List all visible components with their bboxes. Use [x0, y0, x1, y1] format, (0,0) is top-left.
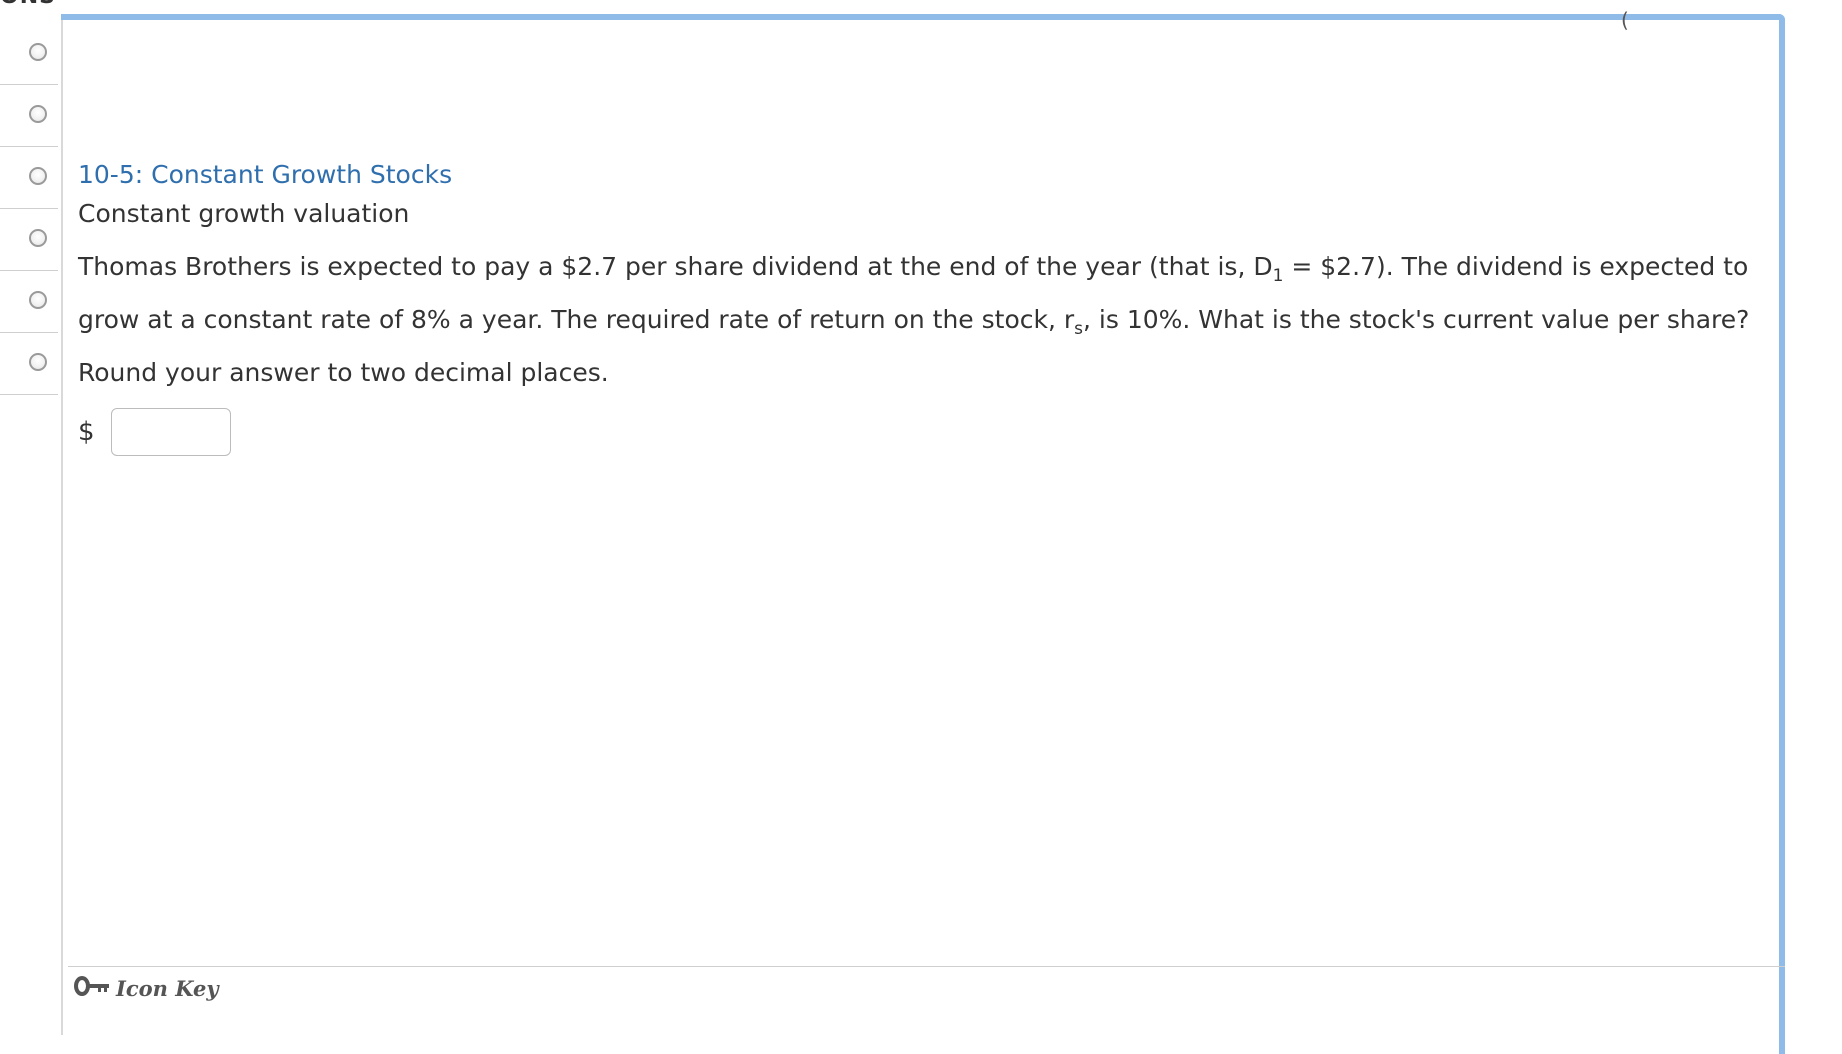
rail-header-text: ONS [0, 0, 56, 9]
question-content: 10-5: Constant Growth Stocks Constant gr… [78, 158, 1778, 456]
rail-item-3 [0, 146, 58, 209]
radio-button[interactable] [29, 353, 47, 371]
answer-input[interactable] [111, 408, 231, 456]
question-subtitle: Constant growth valuation [78, 199, 410, 228]
currency-label: $ [78, 417, 95, 447]
rail-item-6 [0, 332, 58, 395]
footer-divider [68, 966, 1785, 967]
rail-item-5 [0, 270, 58, 333]
question-text: Thomas Brothers is expected to pay a $2.… [78, 245, 1784, 394]
module-title: 10-5: Constant Growth Stocks [78, 160, 453, 189]
answer-row: $ [78, 408, 1778, 456]
subscript-r: s [1074, 319, 1084, 339]
radio-button[interactable] [29, 229, 47, 247]
radio-button[interactable] [29, 43, 47, 61]
rail-item-1 [0, 22, 58, 85]
key-icon [74, 975, 110, 1001]
header-partial-text: ( [1621, 8, 1629, 32]
rail-item-4 [0, 208, 58, 271]
radio-button[interactable] [29, 105, 47, 123]
question-list-rail: ONS [0, 0, 62, 1035]
icon-key-link[interactable]: Icon Key [74, 975, 219, 1001]
question-text-part: Thomas Brothers is expected to pay a $2.… [78, 252, 1273, 281]
icon-key-label: Icon Key [116, 975, 219, 1001]
subscript-d: 1 [1272, 266, 1284, 286]
radio-button[interactable] [29, 167, 47, 185]
radio-button[interactable] [29, 291, 47, 309]
rail-item-2 [0, 84, 58, 147]
